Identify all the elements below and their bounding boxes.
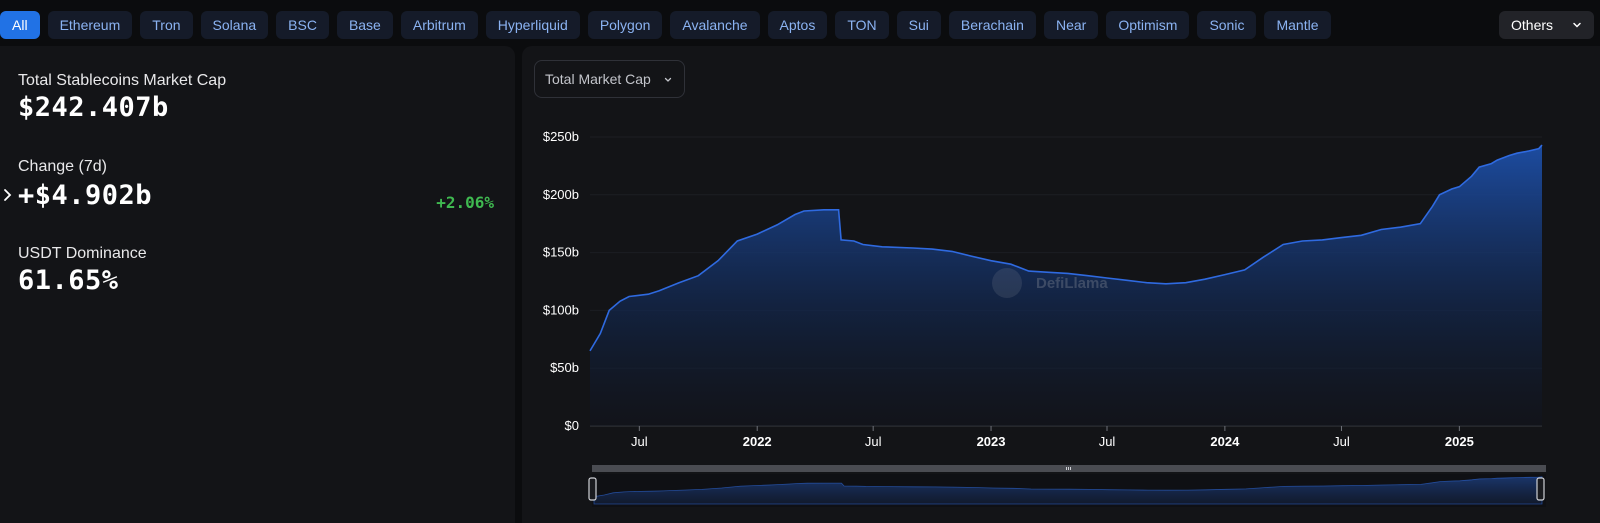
chain-tab-polygon[interactable]: Polygon: [587, 11, 663, 39]
chevron-down-icon: [664, 77, 672, 82]
chain-tab-bsc[interactable]: BSC: [276, 11, 329, 39]
chain-tab-ethereum[interactable]: Ethereum: [47, 11, 133, 39]
chain-tab-sonic[interactable]: Sonic: [1197, 11, 1257, 39]
chevron-down-icon: [1573, 22, 1581, 28]
metric-select[interactable]: Total Market Cap: [534, 60, 685, 98]
market-cap-chart: $0 $50b $100b $150b $200b $250b Jul 2022 Jul 202…: [543, 129, 1546, 507]
chain-tab-sui[interactable]: Sui: [896, 11, 941, 39]
chain-tab-base[interactable]: Base: [336, 11, 393, 39]
change-value: +$4.902b: [18, 180, 153, 211]
y-tick-label: $0: [565, 418, 579, 433]
range-slider[interactable]: [588, 465, 1546, 507]
llama-logo-icon: [992, 268, 1022, 298]
chain-tab-aptos[interactable]: Aptos: [767, 11, 828, 39]
dominance-value: 61.65%: [18, 265, 119, 296]
chain-tab-berachain[interactable]: Berachain: [948, 11, 1036, 39]
market-cap-label: Total Stablecoins Market Cap: [18, 72, 227, 89]
y-tick-label: $50b: [550, 360, 579, 375]
dominance-label: USDT Dominance: [18, 245, 147, 262]
x-tick-label: Jul: [1099, 434, 1116, 449]
watermark-text: DefiLlama: [1036, 275, 1108, 292]
range-slider-grip-icon[interactable]: [1066, 467, 1071, 470]
x-tick-label: Jul: [865, 434, 882, 449]
chain-tab-optimism[interactable]: Optimism: [1106, 11, 1190, 39]
x-tick-label: 2023: [977, 434, 1006, 449]
x-tick-label: 2024: [1210, 434, 1240, 449]
chart-panel: $0 $50b $100b $150b $200b $250b Jul 2022 Jul 202…: [522, 46, 1600, 523]
x-axis: Jul 2022 Jul 2023 Jul 2024 Jul 2025: [631, 426, 1474, 449]
x-tick-label: Jul: [1333, 434, 1350, 449]
others-dropdown[interactable]: Others: [1499, 11, 1594, 39]
chain-tab-solana[interactable]: Solana: [200, 11, 269, 39]
chain-tab-arbitrum[interactable]: Arbitrum: [400, 11, 478, 39]
y-tick-label: $100b: [543, 302, 579, 317]
chain-filter-bar: All Ethereum Tron Solana BSC Base Arbitrum Hype…: [0, 0, 1600, 46]
range-handle-left[interactable]: [588, 477, 597, 501]
y-tick-label: $150b: [543, 245, 579, 260]
chain-tabs: All Ethereum Tron Solana BSC Base Arbitrum Hype…: [0, 11, 1331, 39]
chevron-right-icon[interactable]: [2, 188, 14, 202]
stats-panel: Total Stablecoins Market Cap $242.407b C…: [0, 46, 515, 523]
chain-tab-all[interactable]: All: [0, 11, 40, 39]
y-tick-label: $200b: [543, 187, 579, 202]
chain-tab-near[interactable]: Near: [1043, 11, 1099, 39]
x-tick-label: 2025: [1445, 434, 1474, 449]
chain-tab-tron[interactable]: Tron: [140, 11, 193, 39]
chain-tab-avalanche[interactable]: Avalanche: [670, 11, 760, 39]
change-label: Change (7d): [18, 158, 107, 175]
y-tick-label: $250b: [543, 129, 579, 144]
others-dropdown-label: Others: [1511, 17, 1554, 33]
x-tick-label: Jul: [631, 434, 648, 449]
market-cap-value: $242.407b: [18, 92, 169, 123]
range-handle-right[interactable]: [1536, 477, 1545, 501]
x-tick-label: 2022: [743, 434, 772, 449]
chain-tab-hyperliquid[interactable]: Hyperliquid: [485, 11, 580, 39]
chain-tab-ton[interactable]: TON: [835, 11, 889, 39]
y-axis: $0 $50b $100b $150b $200b $250b: [543, 129, 579, 433]
change-percent: +2.06%: [436, 193, 494, 212]
metric-select-value: Total Market Cap: [545, 71, 651, 87]
chain-tab-mantle[interactable]: Mantle: [1264, 11, 1331, 39]
